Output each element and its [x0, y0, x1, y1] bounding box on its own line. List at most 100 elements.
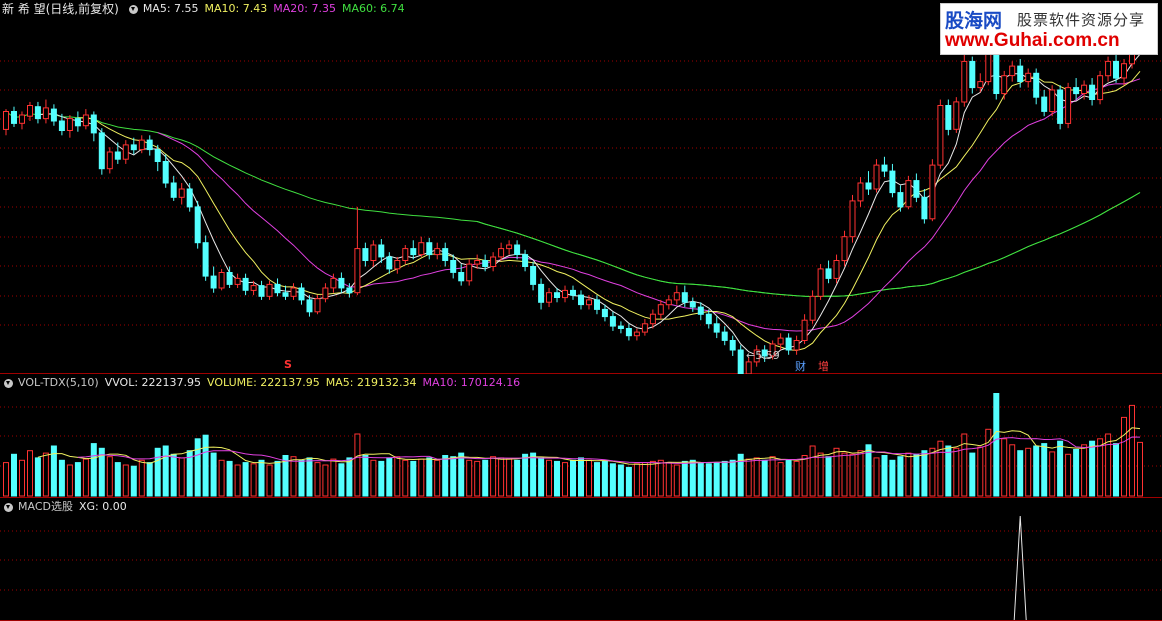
volume-bar[interactable] [1025, 447, 1032, 497]
volume-bar[interactable] [929, 447, 936, 497]
volume-bar[interactable] [34, 457, 41, 497]
volume-bar[interactable] [146, 462, 153, 497]
volume-bar[interactable] [713, 462, 720, 497]
candle[interactable] [466, 263, 473, 282]
volume-bar[interactable] [426, 457, 433, 497]
candle[interactable] [98, 132, 105, 170]
candle[interactable] [11, 111, 17, 124]
volume-bar[interactable] [625, 466, 632, 497]
volume-bar[interactable] [354, 433, 361, 497]
volume-bar[interactable] [1097, 438, 1104, 497]
volume-bar[interactable] [514, 459, 521, 497]
candle[interactable] [697, 306, 704, 315]
candle[interactable] [194, 206, 201, 244]
candle[interactable] [402, 248, 409, 262]
candle[interactable] [266, 283, 273, 297]
volume-bar[interactable] [290, 456, 297, 497]
volume-bar[interactable] [538, 457, 545, 497]
volume-bar[interactable] [274, 460, 281, 497]
volume-bar[interactable] [729, 459, 736, 497]
volume-bar[interactable] [649, 460, 656, 497]
volume-bar[interactable] [298, 459, 305, 497]
volume-bar[interactable] [1041, 443, 1048, 497]
candle[interactable] [594, 299, 600, 310]
candle[interactable] [953, 101, 960, 130]
candle[interactable] [801, 319, 808, 342]
volume-bar[interactable] [266, 464, 273, 497]
volume-bar[interactable] [178, 457, 185, 497]
candle[interactable] [290, 287, 297, 297]
candle[interactable] [1049, 89, 1056, 112]
volume-bar[interactable] [681, 460, 688, 497]
volume-bar[interactable] [617, 464, 624, 497]
candle[interactable] [1081, 84, 1088, 94]
candle[interactable] [657, 304, 664, 315]
marker-cai-finance[interactable]: 财 [795, 358, 806, 374]
volume-bar[interactable] [242, 462, 249, 497]
volume-bar[interactable] [3, 462, 9, 497]
candle[interactable] [785, 337, 792, 351]
candle[interactable] [681, 292, 688, 303]
volume-bar[interactable] [689, 459, 696, 497]
volume-bar[interactable] [801, 455, 808, 497]
volume-bar[interactable] [594, 462, 600, 497]
volume-bar[interactable] [130, 465, 137, 497]
volume-bar[interactable] [1113, 443, 1119, 497]
candle[interactable] [354, 248, 361, 294]
volume-bar[interactable] [570, 459, 576, 497]
candle[interactable] [1001, 75, 1008, 95]
volume-bar[interactable] [450, 456, 457, 497]
candle[interactable] [729, 340, 736, 351]
candle[interactable] [386, 256, 393, 270]
candle[interactable] [833, 260, 840, 279]
volume-settings-icon[interactable] [4, 378, 13, 388]
candle[interactable] [961, 60, 968, 103]
volume-bar[interactable] [138, 459, 145, 497]
candle[interactable] [745, 361, 752, 374]
volume-bar[interactable] [1017, 450, 1024, 497]
volume-bar[interactable] [530, 452, 537, 497]
volume-bar[interactable] [90, 443, 97, 497]
candle[interactable] [641, 323, 648, 333]
volume-bar[interactable] [745, 458, 752, 497]
volume-bar[interactable] [346, 457, 353, 497]
candle[interactable] [865, 182, 872, 190]
candle[interactable] [506, 244, 513, 250]
candle[interactable] [234, 277, 241, 285]
volume-bar[interactable] [1081, 444, 1088, 497]
candle[interactable] [1025, 72, 1032, 83]
candle[interactable] [985, 51, 992, 83]
candle[interactable] [905, 180, 912, 208]
volume-bar[interactable] [1009, 444, 1016, 497]
candle[interactable] [993, 51, 1000, 94]
candle[interactable] [3, 111, 9, 130]
volume-bar[interactable] [817, 452, 824, 497]
candle[interactable] [27, 105, 33, 117]
candle[interactable] [42, 107, 49, 120]
candle[interactable] [817, 268, 824, 297]
candle[interactable] [19, 114, 25, 124]
volume-bar[interactable] [953, 447, 960, 497]
volume-bar[interactable] [306, 457, 313, 497]
candle[interactable] [586, 299, 592, 306]
candle[interactable] [50, 108, 57, 122]
candle[interactable] [498, 248, 505, 258]
volume-bar[interactable] [1049, 451, 1056, 497]
candle[interactable] [1097, 75, 1104, 101]
volume-bar[interactable] [250, 463, 257, 497]
volume-bar[interactable] [601, 460, 608, 497]
candle[interactable] [370, 244, 377, 261]
volume-bar[interactable] [74, 462, 81, 497]
volume-bar[interactable] [673, 464, 680, 497]
volume-bar[interactable] [1121, 416, 1127, 497]
volume-bar[interactable] [913, 453, 920, 497]
candle[interactable] [82, 114, 89, 127]
candle[interactable] [410, 248, 417, 256]
candle[interactable] [1041, 96, 1048, 112]
candle[interactable] [849, 200, 856, 238]
volume-bar[interactable] [234, 464, 241, 497]
candle[interactable] [482, 260, 489, 267]
volume-bar[interactable] [370, 459, 377, 497]
candle[interactable] [34, 106, 41, 120]
volume-bar[interactable] [721, 460, 728, 497]
